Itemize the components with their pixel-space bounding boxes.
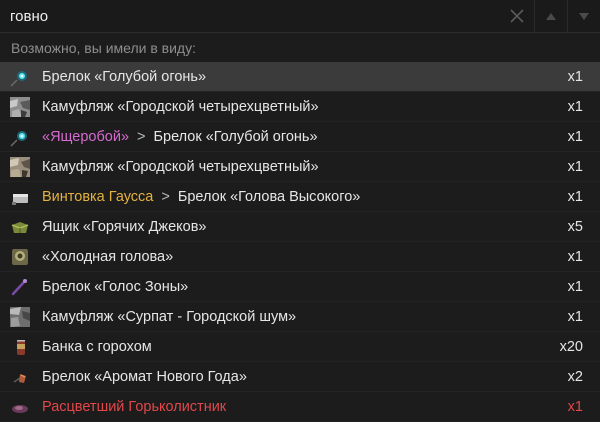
- blue-fire-charm-icon: [9, 66, 31, 88]
- result-row[interactable]: «Холодная голова» x1: [0, 242, 600, 272]
- result-name: «Ящеробой» > Брелок «Голубой огонь»: [42, 129, 523, 145]
- result-row[interactable]: Брелок «Голубой огонь» x1: [0, 62, 600, 92]
- result-item-name: Камуфляж «Городской четырехцветный»: [42, 158, 319, 175]
- search-bar: [0, 0, 600, 33]
- result-item-name: Брелок «Голова Высокого»: [177, 188, 361, 205]
- chevron-right-icon: >: [161, 188, 170, 205]
- result-quantity: x1: [567, 188, 583, 205]
- result-row[interactable]: Камуфляж «Городской четырехцветный» x1: [0, 92, 600, 122]
- clear-button[interactable]: [500, 0, 534, 32]
- result-item-name: Расцветший Горьколистник: [42, 398, 227, 415]
- result-row[interactable]: Брелок «Голос Зоны» x1: [0, 272, 600, 302]
- previous-result-button[interactable]: [534, 0, 567, 32]
- result-item-name: Банка с горохом: [42, 338, 152, 355]
- result-row[interactable]: Банка с горохом x20: [0, 332, 600, 362]
- result-row[interactable]: «Ящеробой» > Брелок «Голубой огонь» x1: [0, 122, 600, 152]
- result-quantity: x1: [567, 98, 583, 115]
- can-icon: [9, 336, 31, 358]
- result-row[interactable]: Камуфляж «Сурпат - Городской шум» x1: [0, 302, 600, 332]
- sticker-icon: [9, 246, 31, 268]
- triangle-up-icon: [546, 12, 556, 20]
- result-quantity: x20: [559, 338, 583, 355]
- result-row[interactable]: Ящик «Горячих Джеков» x5: [0, 212, 600, 242]
- result-quantity: x1: [567, 158, 583, 175]
- result-parent-item: «Ящеробой»: [42, 128, 130, 145]
- result-name: Винтовка Гаусса > Брелок «Голова Высокого»: [42, 189, 523, 205]
- result-quantity: x5: [567, 218, 583, 235]
- result-item-name: Брелок «Голос Зоны»: [42, 278, 189, 295]
- voice-charm-icon: [9, 276, 31, 298]
- result-item-name: Камуфляж «Сурпат - Городской шум»: [42, 308, 297, 325]
- search-input[interactable]: [0, 0, 500, 32]
- suggestion-hint: Возможно, вы имели в виду:: [11, 40, 196, 56]
- crate-icon: [9, 216, 31, 238]
- result-row[interactable]: Камуфляж «Городской четырехцветный» x1: [0, 152, 600, 182]
- result-quantity: x1: [567, 308, 583, 325]
- chevron-right-icon: >: [137, 128, 146, 145]
- result-name: Камуфляж «Городской четырехцветный»: [42, 99, 523, 115]
- result-row[interactable]: Брелок «Аромат Нового Года» x2: [0, 362, 600, 392]
- result-item-name: Ящик «Горячих Джеков»: [42, 218, 207, 235]
- close-icon: [510, 9, 524, 23]
- urban-camo-icon-alt: [9, 156, 31, 178]
- surpat-camo-icon: [9, 306, 31, 328]
- result-name: Брелок «Аромат Нового Года»: [42, 369, 523, 385]
- result-quantity: x1: [567, 68, 583, 85]
- result-item-name: «Холодная голова»: [42, 248, 174, 265]
- result-quantity: x2: [567, 368, 583, 385]
- result-name: Расцветший Горьколистник: [42, 399, 523, 415]
- result-quantity: x1: [567, 128, 583, 145]
- result-item-name: Брелок «Голубой огонь»: [153, 128, 318, 145]
- results-list: Брелок «Голубой огонь» x1 Камуфляж «Городс…: [0, 62, 600, 422]
- result-item-name: Камуфляж «Городской четырехцветный»: [42, 98, 319, 115]
- result-quantity: x1: [567, 278, 583, 295]
- new-year-charm-icon: [9, 366, 31, 388]
- result-row[interactable]: Расцветший Горьколистник x1: [0, 392, 600, 422]
- result-item-name: Брелок «Голубой огонь»: [42, 68, 207, 85]
- result-name: Банка с горохом: [42, 339, 523, 355]
- result-quantity: x1: [567, 248, 583, 265]
- result-name: Камуфляж «Сурпат - Городской шум»: [42, 309, 523, 325]
- result-name: «Холодная голова»: [42, 249, 523, 265]
- urban-camo-icon: [9, 96, 31, 118]
- triangle-down-icon: [579, 12, 589, 20]
- result-item-name: Брелок «Аромат Нового Года»: [42, 368, 247, 385]
- plant-icon: [9, 396, 31, 418]
- result-row[interactable]: Винтовка Гаусса > Брелок «Голова Высокого»…: [0, 182, 600, 212]
- result-parent-item: Винтовка Гаусса: [42, 188, 154, 205]
- result-name: Камуфляж «Городской четырехцветный»: [42, 159, 523, 175]
- result-name: Ящик «Горячих Джеков»: [42, 219, 523, 235]
- result-quantity: x1: [567, 398, 583, 415]
- blue-fire-charm-icon: [9, 126, 31, 148]
- result-name: Брелок «Голубой огонь»: [42, 69, 523, 85]
- result-name: Брелок «Голос Зоны»: [42, 279, 523, 295]
- next-result-button[interactable]: [567, 0, 600, 32]
- search-panel: Возможно, вы имели в виду: Брелок «Голуб…: [0, 0, 600, 422]
- gauss-rifle-icon: [9, 186, 31, 208]
